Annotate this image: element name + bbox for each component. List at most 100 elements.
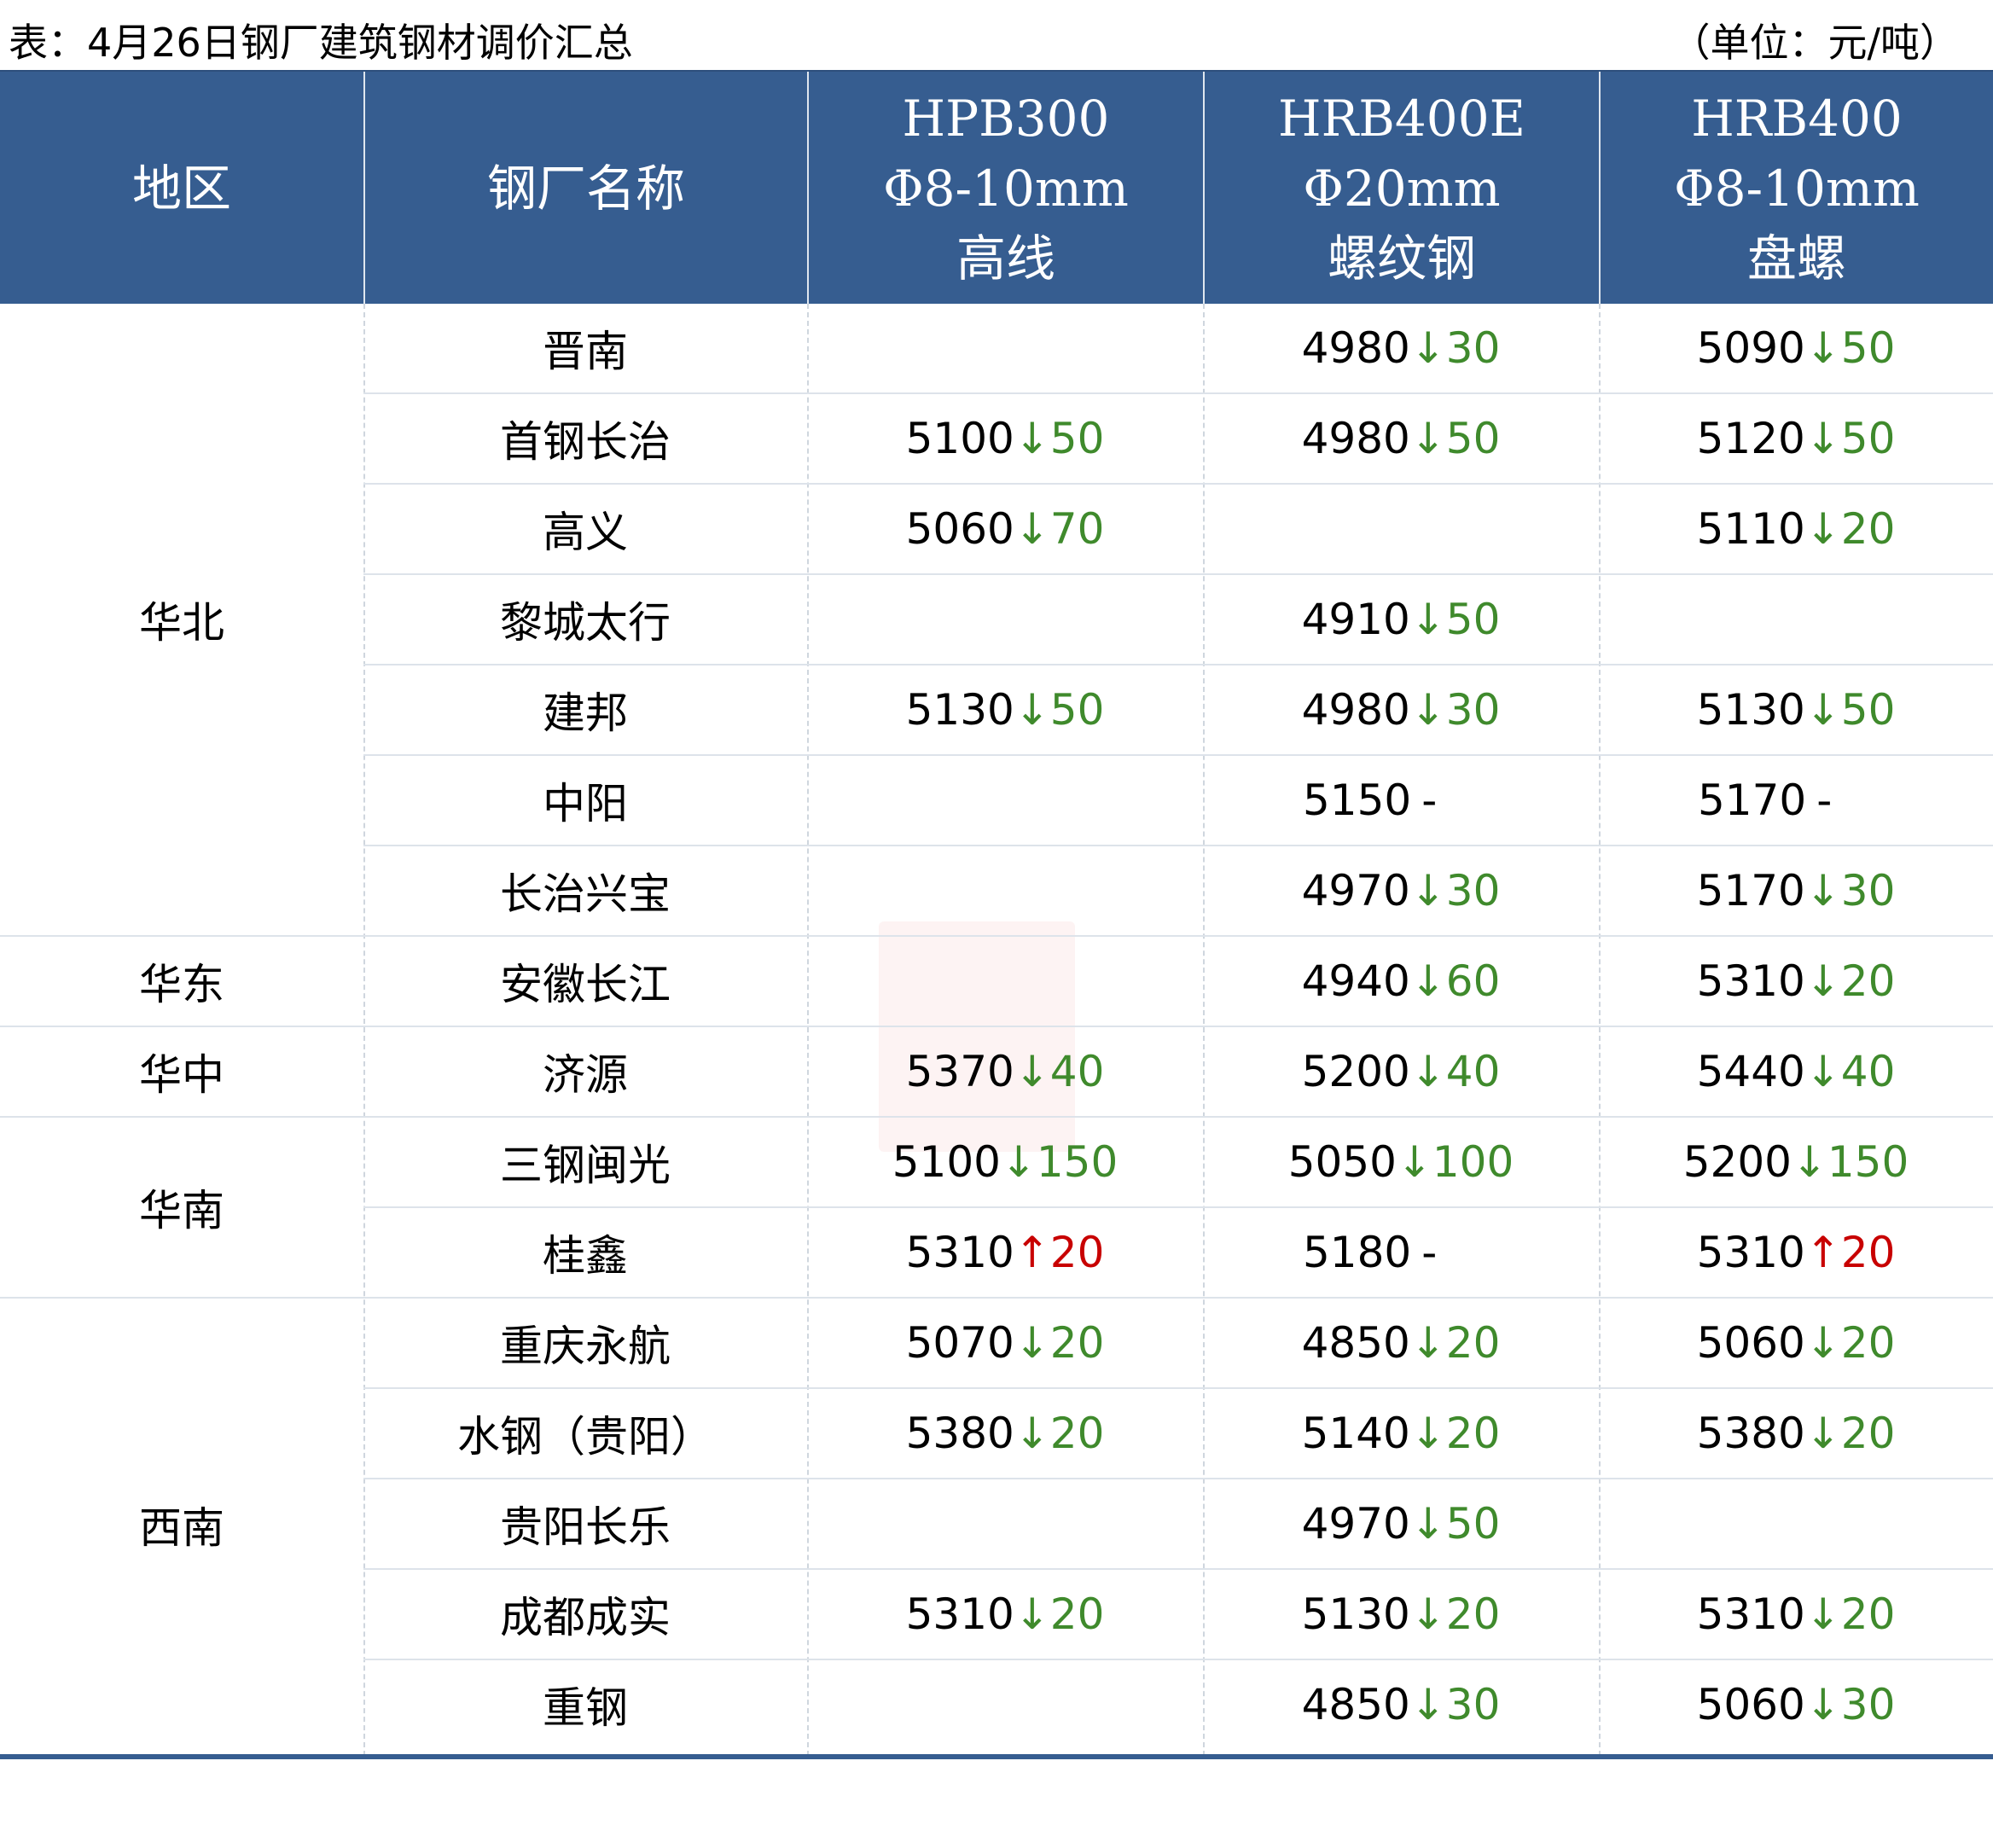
price-cell: 5370↓40 <box>807 1027 1203 1116</box>
price-change: 20 <box>1049 1228 1105 1277</box>
table-row: 重钢 4850↓30 5060↓30 <box>363 1660 1993 1751</box>
mill-name: 黎城太行 <box>500 598 671 648</box>
arrow-down-icon: ↓ <box>1014 1589 1050 1639</box>
price-change: 150 <box>1827 1137 1909 1187</box>
price-cell: 5310↑20 <box>807 1208 1203 1297</box>
price-value: 5440 <box>1696 1047 1805 1096</box>
arrow-down-icon: ↓ <box>1014 1047 1050 1096</box>
mill-name-cell: 三钢闽光 <box>363 1118 807 1206</box>
mill-name: 贵阳长乐 <box>500 1502 671 1552</box>
table-caption: 表：4月26日钢厂建筑钢材调价汇总 （单位：元/吨） <box>0 0 1993 70</box>
table-row: 晋南 4980↓30 5090↓50 <box>363 304 1993 394</box>
price-cell <box>807 1660 1203 1749</box>
mill-name-cell: 高义 <box>363 485 807 573</box>
price-cell: 5110↓20 <box>1599 485 1993 573</box>
price-change: 40 <box>1049 1047 1105 1096</box>
header-region: 地区 <box>0 72 363 305</box>
price-change: 20 <box>1049 1318 1105 1368</box>
price-value: 5310 <box>1696 956 1805 1006</box>
price-change: 100 <box>1432 1137 1514 1187</box>
price-change: 70 <box>1049 504 1105 554</box>
price-value: 4850 <box>1301 1318 1410 1368</box>
price-change: 40 <box>1840 1047 1896 1096</box>
price-cell: 5170↓30 <box>1599 846 1993 935</box>
price-value: 5140 <box>1301 1409 1410 1458</box>
header-line: HRB400 <box>1691 90 1903 148</box>
price-value: 5060 <box>1696 1680 1805 1729</box>
price-value: 5130 <box>1301 1589 1410 1639</box>
price-cell: 5380↓20 <box>1599 1389 1993 1478</box>
price-change: 60 <box>1445 956 1501 1006</box>
mill-name-cell: 重钢 <box>363 1660 807 1749</box>
mill-name: 重庆永航 <box>500 1322 671 1371</box>
price-cell <box>1203 485 1599 573</box>
price-cell: 5440↓40 <box>1599 1027 1993 1116</box>
price-value: 5070 <box>905 1318 1014 1368</box>
price-value: 5170 <box>1698 776 1807 825</box>
mill-name: 水钢（贵阳） <box>457 1412 713 1462</box>
price-cell: 5130↓20 <box>1203 1570 1599 1659</box>
price-value: 5100 <box>905 414 1014 463</box>
price-cell: 5100↓50 <box>807 394 1203 483</box>
price-cell: 4980↓30 <box>1203 665 1599 754</box>
price-value: 5100 <box>892 1137 1001 1187</box>
arrow-up-icon: ↑ <box>1804 1228 1841 1277</box>
price-change: 50 <box>1445 1499 1501 1549</box>
arrow-down-icon: ↓ <box>1804 1047 1841 1096</box>
mill-name: 晋南 <box>543 327 628 376</box>
mill-name: 重钢 <box>543 1683 628 1733</box>
arrow-down-icon: ↓ <box>1791 1137 1827 1187</box>
price-cell <box>807 756 1203 845</box>
table-row: 水钢（贵阳） 5380↓20 5140↓20 5380↓20 <box>363 1389 1993 1479</box>
price-cell: 4970↓50 <box>1203 1479 1599 1568</box>
price-cell: 5060↓70 <box>807 485 1203 573</box>
arrow-down-icon: ↓ <box>1409 595 1446 644</box>
price-cell: 5060↓20 <box>1599 1299 1993 1387</box>
price-change: 40 <box>1445 1047 1501 1096</box>
price-cell: 5170- <box>1599 756 1993 845</box>
price-change: 50 <box>1049 414 1105 463</box>
mill-name-cell: 安徽长江 <box>363 937 807 1026</box>
price-cell: 5140↓20 <box>1203 1389 1599 1478</box>
header-line: 螺纹钢 <box>1327 230 1476 288</box>
mill-name-cell: 中阳 <box>363 756 807 845</box>
price-value: 5110 <box>1696 504 1805 554</box>
unit-label: （单位：元/吨） <box>1671 20 1960 66</box>
table-row: 黎城太行 4910↓50 <box>363 575 1993 665</box>
price-value: 4970 <box>1301 866 1410 915</box>
table-row: 建邦 5130↓50 4980↓30 5130↓50 <box>363 665 1993 756</box>
price-change: 50 <box>1445 414 1501 463</box>
arrow-down-icon: ↓ <box>1804 414 1841 463</box>
price-change: - <box>1421 1228 1438 1277</box>
price-value: 5310 <box>1696 1228 1805 1277</box>
arrow-down-icon: ↓ <box>1014 1318 1050 1368</box>
price-value: 5380 <box>905 1409 1014 1458</box>
price-cell: 5310↑20 <box>1599 1208 1993 1297</box>
price-value: 5310 <box>905 1228 1014 1277</box>
price-change: 50 <box>1445 595 1501 644</box>
price-change: 30 <box>1445 866 1501 915</box>
mill-name-cell: 重庆永航 <box>363 1299 807 1387</box>
region-cell: 华南 <box>0 1118 363 1299</box>
table-title: 表：4月26日钢厂建筑钢材调价汇总 <box>9 20 633 66</box>
arrow-down-icon: ↓ <box>1409 414 1446 463</box>
price-value: 5050 <box>1287 1137 1397 1187</box>
header-line: 高线 <box>956 230 1055 288</box>
price-value: 5060 <box>1696 1318 1805 1368</box>
mill-name: 安徽长江 <box>500 960 671 1009</box>
price-cell: 5200↓150 <box>1599 1118 1993 1206</box>
mill-name-cell: 成都成实 <box>363 1570 807 1659</box>
header-line: 盘螺 <box>1746 230 1846 288</box>
table-row: 中阳 5150-5170- <box>363 756 1993 846</box>
price-value: 4980 <box>1301 685 1410 735</box>
arrow-down-icon: ↓ <box>1804 323 1841 373</box>
price-change: 20 <box>1840 504 1896 554</box>
price-value: 5170 <box>1696 866 1805 915</box>
price-value: 5060 <box>905 504 1014 554</box>
mill-name: 首钢长治 <box>500 417 671 467</box>
price-cell <box>807 846 1203 935</box>
arrow-down-icon: ↓ <box>1804 956 1841 1006</box>
table-row: 重庆永航 5070↓20 4850↓20 5060↓20 <box>363 1299 1993 1389</box>
table-row: 安徽长江 4940↓60 5310↓20 <box>363 937 1993 1027</box>
price-change: 30 <box>1445 323 1501 373</box>
